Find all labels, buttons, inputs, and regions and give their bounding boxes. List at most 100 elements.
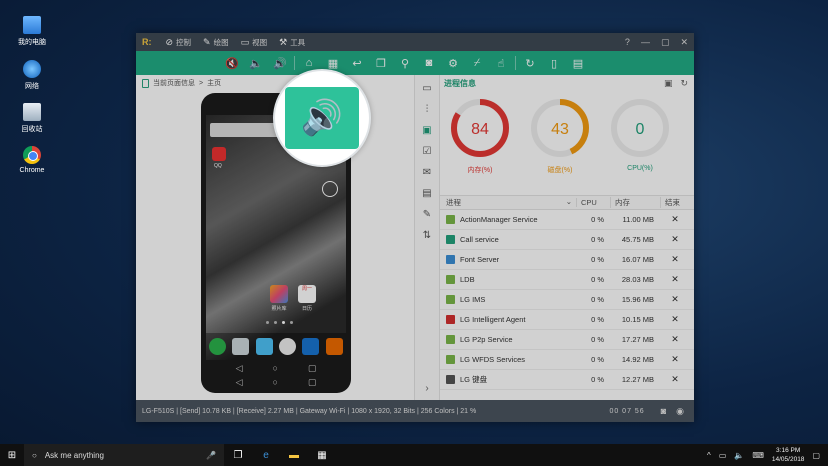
- phone-icon[interactable]: ▯: [542, 51, 566, 75]
- back-icon[interactable]: ↩: [345, 51, 369, 75]
- title-bar: R: ⊘ 控制 ✎ 绘图 ▭ 视图 ⚒ 工具 ? — ▢ ✕: [136, 33, 694, 51]
- menu-control[interactable]: ⊘ 控制: [166, 37, 192, 48]
- phone-info-icon[interactable]: ▤: [566, 51, 590, 75]
- touch-icon[interactable]: ☝: [489, 51, 513, 75]
- chevron-right-icon[interactable]: ›: [425, 383, 428, 394]
- microphone-icon[interactable]: 🎤: [206, 451, 216, 460]
- edit-tab-icon[interactable]: ✎: [418, 205, 436, 223]
- contacts-app-icon[interactable]: [232, 338, 250, 355]
- search-icon[interactable]: ⚲: [393, 51, 417, 75]
- qq-app-icon[interactable]: [212, 147, 226, 161]
- settings-icon[interactable]: ⚙: [441, 51, 465, 75]
- process-memory: 12.27 MB: [621, 375, 654, 384]
- checklist-tab-icon[interactable]: ☑: [418, 142, 436, 160]
- breadcrumb-item[interactable]: 主页: [207, 78, 221, 88]
- end-process-button[interactable]: ✕: [660, 294, 686, 305]
- file-explorer-icon[interactable]: ▬: [280, 444, 308, 466]
- camera-icon[interactable]: ◙: [417, 51, 441, 75]
- table-row[interactable]: Font Server 0 % 16.07 MB ✕: [440, 250, 694, 270]
- breadcrumb-item[interactable]: 当前页面信息: [153, 78, 195, 88]
- desktop-icon-computer[interactable]: 我的电脑: [14, 16, 50, 47]
- status-bar: LG-F510S | [Send] 10.78 KB | [Receive] 2…: [136, 400, 694, 422]
- desktop-icon-label: 我的电脑: [18, 39, 46, 46]
- table-row[interactable]: LDB 0 % 28.03 MB ✕: [440, 270, 694, 290]
- taskbar-search[interactable]: ○ Ask me anything 🎤: [24, 444, 224, 466]
- phone-recent-icon[interactable]: ▢: [308, 363, 317, 374]
- column-cpu[interactable]: CPU: [576, 198, 610, 207]
- clipboard-icon[interactable]: ▣: [664, 78, 673, 89]
- dialer-app-icon[interactable]: [209, 338, 227, 355]
- mute-icon[interactable]: 🔇: [220, 51, 244, 75]
- table-row[interactable]: LG P2p Service 0 % 17.27 MB ✕: [440, 330, 694, 350]
- clock[interactable]: 3:16 PM 14/05/2018: [772, 446, 805, 464]
- table-row[interactable]: LG 键盘 0 % 12.27 MB ✕: [440, 370, 694, 390]
- store-icon[interactable]: ▦: [308, 444, 336, 466]
- end-process-button[interactable]: ✕: [660, 214, 686, 225]
- end-process-button[interactable]: ✕: [660, 314, 686, 325]
- volume-down-icon[interactable]: 🔈: [244, 51, 268, 75]
- storage-tab-icon[interactable]: ▭: [418, 79, 436, 97]
- widget-icon[interactable]: [322, 181, 338, 197]
- calendar-app-icon[interactable]: 周一: [298, 285, 316, 303]
- minimize-button[interactable]: —: [641, 37, 650, 48]
- recent-apps-icon[interactable]: ❐: [369, 51, 393, 75]
- desktop-icon-recycle-bin[interactable]: 回收站: [14, 103, 50, 134]
- mail-app-icon[interactable]: [325, 338, 343, 355]
- help-button[interactable]: ?: [625, 37, 630, 48]
- browser-app-icon[interactable]: [302, 338, 320, 355]
- menu-view[interactable]: ▭ 视图: [241, 37, 268, 48]
- menu-tools[interactable]: ⚒ 工具: [279, 37, 305, 48]
- refresh-icon[interactable]: ↻: [680, 78, 688, 89]
- end-process-button[interactable]: ✕: [660, 234, 686, 245]
- tools-icon: ⚒: [279, 36, 288, 47]
- app-drawer-icon[interactable]: [279, 338, 297, 355]
- transfer-tab-icon[interactable]: ⇅: [418, 226, 436, 244]
- close-button[interactable]: ✕: [680, 37, 688, 48]
- gauge-label: 磁盘(%): [547, 167, 573, 174]
- chevron-up-icon[interactable]: ^: [707, 451, 711, 460]
- table-row[interactable]: LG WFDS Services 0 % 14.92 MB ✕: [440, 350, 694, 370]
- menu-label: 绘图: [213, 37, 229, 47]
- table-row[interactable]: Call service 0 % 45.75 MB ✕: [440, 230, 694, 250]
- table-row[interactable]: ActionManager Service 0 % 11.00 MB ✕: [440, 210, 694, 230]
- network-icon[interactable]: ▭: [719, 451, 727, 460]
- document-tab-icon[interactable]: ▤: [418, 184, 436, 202]
- keyboard-icon[interactable]: ⌨: [752, 451, 764, 460]
- clean-icon[interactable]: ⌿: [465, 51, 489, 75]
- end-process-button[interactable]: ✕: [660, 354, 686, 365]
- table-row[interactable]: LG Intelligent Agent 0 % 10.15 MB ✕: [440, 310, 694, 330]
- phone-recent-icon[interactable]: ▢: [308, 377, 317, 388]
- desktop-icon-chrome[interactable]: Chrome: [14, 146, 50, 174]
- column-memory[interactable]: 内存: [610, 197, 660, 208]
- volume-icon[interactable]: 🔈: [734, 451, 744, 460]
- column-process[interactable]: 进程 ⌄: [440, 197, 576, 208]
- equalizer-tab-icon[interactable]: ⫶: [418, 100, 436, 118]
- end-process-button[interactable]: ✕: [660, 374, 686, 385]
- record-icon[interactable]: ◉: [676, 406, 684, 417]
- maximize-button[interactable]: ▢: [661, 37, 670, 48]
- phone-home-icon[interactable]: ○: [272, 363, 277, 374]
- gallery-app-icon[interactable]: [270, 285, 288, 303]
- chip-tab-icon[interactable]: ▣: [418, 121, 436, 139]
- camera-icon[interactable]: ◙: [661, 406, 666, 417]
- end-process-button[interactable]: ✕: [660, 334, 686, 345]
- task-view-icon[interactable]: ❐: [224, 444, 252, 466]
- table-row[interactable]: LG IMS 0 % 15.96 MB ✕: [440, 290, 694, 310]
- rotate-icon[interactable]: ↻: [518, 51, 542, 75]
- phone-home-icon[interactable]: ○: [272, 377, 277, 388]
- phone-back-icon[interactable]: ◁: [236, 377, 243, 388]
- messages-tab-icon[interactable]: ✉: [418, 163, 436, 181]
- menu-draw[interactable]: ✎ 绘图: [203, 37, 229, 48]
- windows-start-icon[interactable]: ⊞: [0, 450, 24, 461]
- end-process-button[interactable]: ✕: [660, 254, 686, 265]
- desktop-icon-network[interactable]: 网络: [14, 60, 50, 91]
- panel-title: 进程信息 ▣ ↻: [440, 75, 694, 91]
- process-cpu: 0 %: [591, 375, 604, 384]
- edge-icon[interactable]: e: [252, 444, 280, 466]
- chevron-down-icon[interactable]: ⌄: [566, 197, 572, 208]
- end-process-button[interactable]: ✕: [660, 274, 686, 285]
- notifications-icon[interactable]: ▢: [812, 451, 820, 460]
- volume-up-icon[interactable]: 🔊: [268, 51, 292, 75]
- phone-back-icon[interactable]: ◁: [236, 363, 243, 374]
- weather-app-icon[interactable]: [255, 338, 273, 355]
